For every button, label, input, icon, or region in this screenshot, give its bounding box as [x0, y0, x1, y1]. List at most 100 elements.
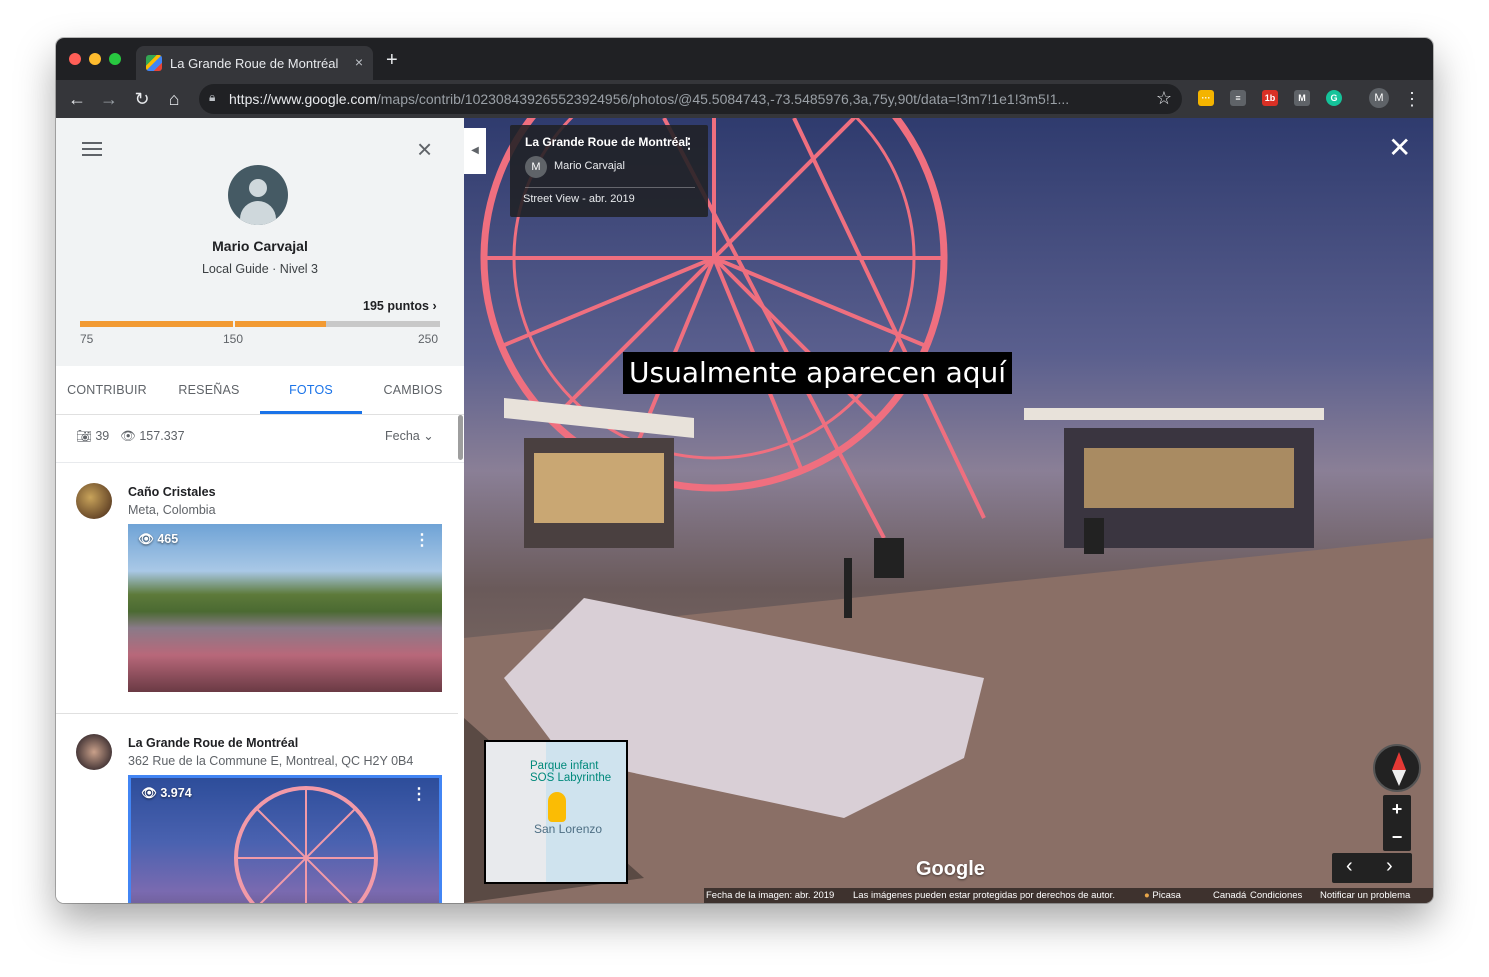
points-progress-fill: [80, 321, 326, 327]
minimize-window-button[interactable]: [89, 53, 101, 65]
extension-filter-icon[interactable]: ≡: [1230, 90, 1246, 106]
profile-name: Mario Carvajal: [212, 238, 308, 254]
zoom-out-button[interactable]: −: [1383, 823, 1411, 851]
photo-count-value: 39: [95, 429, 110, 443]
maps-favicon-icon: [146, 55, 162, 71]
eye-icon: 👁︎: [120, 429, 136, 443]
active-tab-indicator: [260, 411, 362, 414]
country-link[interactable]: Canadá: [1213, 888, 1246, 903]
tick-label-end: 250: [418, 332, 439, 346]
place-name[interactable]: La Grande Roue de Montréal: [128, 736, 298, 750]
place-thumbnail: [76, 483, 112, 519]
address-bar[interactable]: 🔒︎ https://www.google.com/maps/contrib/1…: [199, 84, 1182, 114]
photo-views-value: 465: [157, 532, 179, 546]
profile-header: × Mario Carvajal Local Guide · Nivel 3 1…: [56, 118, 464, 366]
back-icon[interactable]: ←: [66, 88, 88, 110]
tick-label-mid: 150: [223, 332, 244, 346]
info-card-title[interactable]: La Grande Roue de Montréal: [525, 135, 688, 149]
bookmark-star-icon[interactable]: ☆: [1156, 88, 1172, 109]
collapse-panel-button[interactable]: ◀: [464, 128, 486, 174]
contributor-panel: × Mario Carvajal Local Guide · Nivel 3 1…: [56, 118, 464, 903]
picasa-attribution: ● Picasa: [1144, 888, 1181, 903]
place-address: 362 Rue de la Commune E, Montreal, QC H2…: [128, 754, 414, 768]
place-thumbnail: [76, 734, 112, 770]
avatar: [228, 165, 288, 225]
place-address: Meta, Colombia: [128, 503, 216, 517]
photo-stats: 📷︎ 39 👁︎ 157.337 Fecha ⌄: [56, 415, 464, 463]
profile-tabs: CONTRIBUIR RESEÑAS FOTOS CAMBIOS: [56, 366, 464, 415]
extension-m-icon[interactable]: M: [1294, 90, 1310, 106]
tab-fotos[interactable]: FOTOS: [260, 366, 362, 415]
photo-views-value: 3.974: [160, 786, 192, 800]
author-name[interactable]: Mario Carvajal: [554, 160, 625, 172]
progress-tick: [233, 321, 235, 327]
tab-contribuir[interactable]: CONTRIBUIR: [56, 366, 158, 415]
new-tab-button[interactable]: +: [386, 49, 398, 72]
minimap[interactable]: Parque infant SOS Labyrinthe San Lorenzo: [484, 740, 628, 884]
tab-cambios[interactable]: CAMBIOS: [362, 366, 464, 415]
profile-avatar[interactable]: M: [1369, 88, 1389, 108]
view-count: 👁︎ 157.337: [120, 429, 185, 444]
eye-icon: 👁︎: [138, 532, 154, 546]
photo-count: 📷︎ 39: [76, 429, 109, 444]
menu-icon[interactable]: [82, 142, 102, 160]
report-problem-link[interactable]: Notificar un problema: [1320, 888, 1410, 903]
browser-toolbar: ← → ↻ ⌂ 🔒︎ https://www.google.com/maps/c…: [56, 80, 1433, 118]
list-item[interactable]: Caño Cristales Meta, Colombia 👁︎ 465 ⋮: [56, 463, 458, 713]
extension-grammarly-icon[interactable]: G: [1326, 90, 1342, 106]
extension-1b-icon[interactable]: 1b: [1262, 90, 1278, 106]
sort-label: Fecha: [385, 429, 420, 443]
reload-icon[interactable]: ↻: [131, 88, 153, 110]
terms-link[interactable]: Condiciones: [1250, 888, 1302, 903]
photo-thumbnail[interactable]: 👁︎ 465 ⋮: [128, 524, 442, 692]
annotation-label: Usualmente aparecen aquí: [623, 352, 1013, 394]
photo-navigation: ‹ ›: [1332, 853, 1412, 883]
close-window-button[interactable]: [69, 53, 81, 65]
close-street-view-icon[interactable]: ✕: [1388, 134, 1411, 162]
camera-icon: 📷︎: [76, 429, 92, 443]
forward-icon[interactable]: →: [98, 88, 120, 110]
picasa-icon: ●: [1144, 890, 1150, 901]
photo-info-card: La Grande Roue de Montréal ⋮ M Mario Car…: [510, 125, 708, 217]
photo-views: 👁︎ 465: [138, 532, 178, 547]
compass-icon[interactable]: [1373, 744, 1421, 792]
info-card-menu-icon[interactable]: ⋮: [682, 135, 696, 152]
previous-photo-icon[interactable]: ‹: [1346, 855, 1353, 878]
divider: [525, 187, 695, 188]
browser-tab[interactable]: La Grande Roue de Montréal - ×: [136, 46, 373, 80]
minimap-poi-label: Parque infant SOS Labyrinthe: [530, 760, 612, 784]
close-panel-icon[interactable]: ×: [417, 136, 432, 162]
browser-window: La Grande Roue de Montréal - × + ← → ↻ ⌂…: [56, 38, 1433, 903]
sort-dropdown[interactable]: Fecha ⌄: [385, 428, 434, 443]
more-options-icon[interactable]: ⋮: [414, 530, 430, 550]
points-progress-bar: [80, 321, 440, 327]
pegman-icon[interactable]: [548, 792, 566, 822]
image-date: Fecha de la imagen: abr. 2019: [706, 890, 835, 901]
google-logo: Google: [916, 858, 985, 880]
photo-thumbnail-selected[interactable]: 👁︎ 3.974 ⋮: [128, 775, 442, 903]
tab-title: La Grande Roue de Montréal -: [170, 55, 340, 71]
tab-strip: La Grande Roue de Montréal - × +: [56, 38, 1433, 80]
view-count-value: 157.337: [139, 429, 185, 443]
place-name[interactable]: Caño Cristales: [128, 485, 216, 499]
next-photo-icon[interactable]: ›: [1386, 855, 1393, 878]
minimap-water-label: San Lorenzo: [534, 822, 603, 836]
author-avatar[interactable]: M: [525, 156, 547, 178]
scrollbar[interactable]: [458, 415, 463, 460]
url-text: https://www.google.com/maps/contrib/1023…: [229, 91, 1149, 107]
url-path: /maps/contrib/102308439265523924956/phot…: [376, 91, 1070, 107]
extension-notes-icon[interactable]: ···: [1198, 90, 1214, 106]
points-link[interactable]: 195 puntos ›: [363, 299, 437, 313]
maximize-window-button[interactable]: [109, 53, 121, 65]
home-icon[interactable]: ⌂: [163, 88, 185, 110]
profile-level: Local Guide · Nivel 3: [201, 262, 319, 276]
picasa-label: Picasa: [1152, 890, 1181, 901]
zoom-in-button[interactable]: +: [1383, 795, 1411, 823]
capture-date: Street View - abr. 2019: [523, 193, 635, 205]
browser-menu-icon[interactable]: ⋮: [1401, 88, 1423, 110]
list-item[interactable]: La Grande Roue de Montréal 362 Rue de la…: [56, 714, 458, 903]
tab-resenas[interactable]: RESEÑAS: [158, 366, 260, 415]
tab-close-icon[interactable]: ×: [355, 54, 363, 70]
street-view-panorama[interactable]: ◀ La Grande Roue de Montréal ⋮ M Mario C…: [464, 118, 1433, 903]
more-options-icon[interactable]: ⋮: [411, 784, 427, 804]
